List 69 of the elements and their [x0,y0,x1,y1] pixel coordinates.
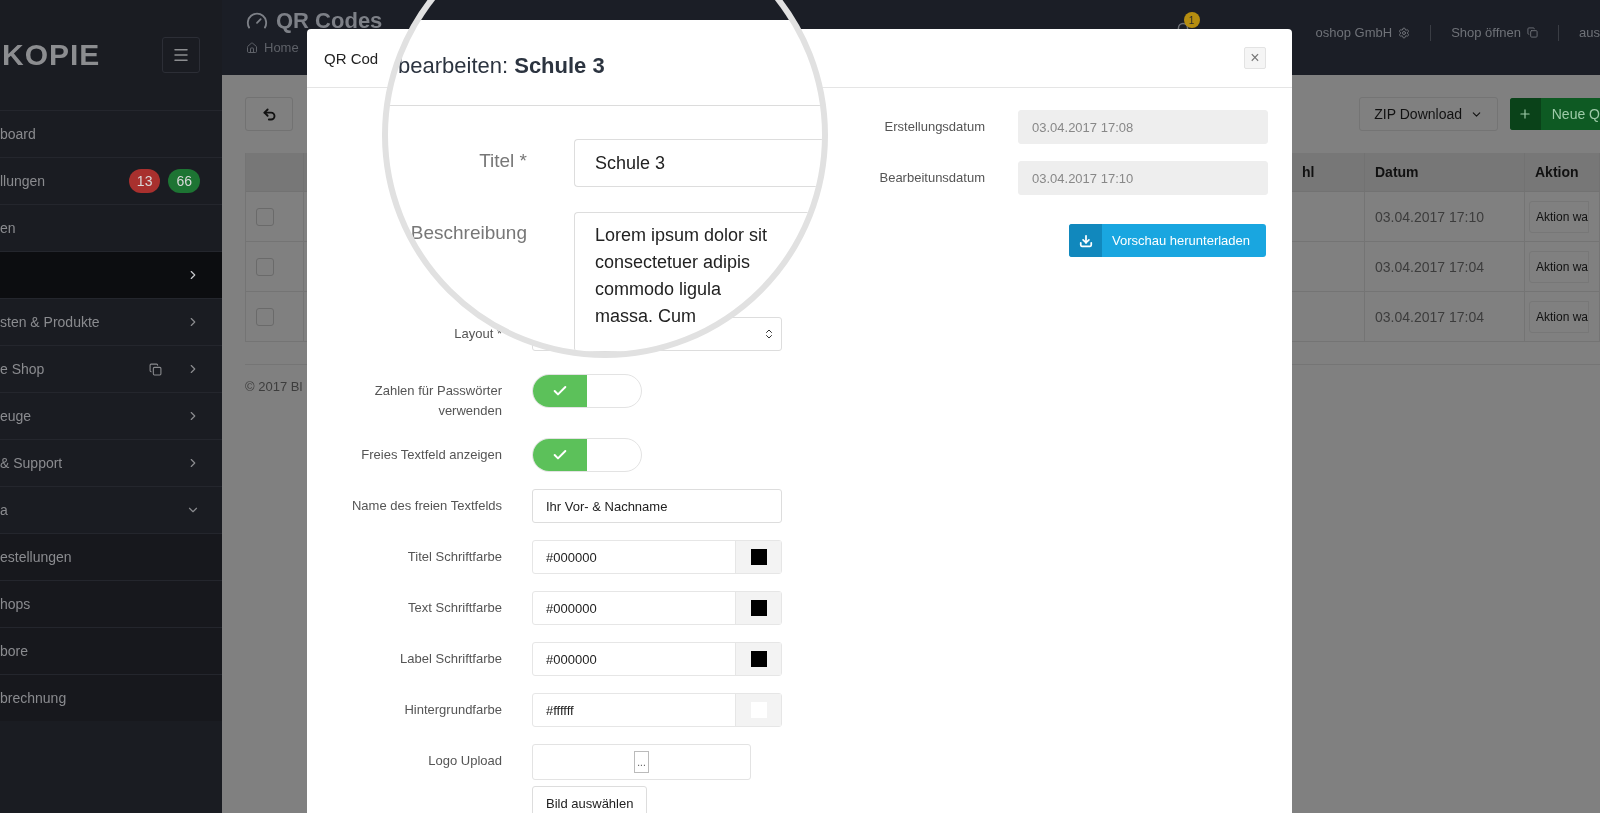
field-label: Logo Upload [427,752,502,770]
field-label: Erstellungsdatum [883,118,985,136]
back-button[interactable] [245,97,293,131]
column-header: Datum [1365,153,1525,192]
table-cell: 03.04.2017 17:04 [1365,242,1525,292]
menu-icon [172,46,190,64]
action-button[interactable]: Aktion wa [1529,250,1590,283]
sidebar-item[interactable]: hops [0,580,222,627]
date-field: 03.04.2017 17:08 [1018,110,1268,144]
toggle-switch[interactable] [532,374,642,408]
home-icon [246,41,258,54]
color-field[interactable]: #ffffff [532,693,782,727]
action-button[interactable]: Aktion wa [1529,200,1590,233]
field-label: Freies Textfeld anzeigen [360,446,502,464]
account-link[interactable]: oshop GmbH [1315,25,1393,40]
field-label: Titel * [478,149,527,172]
count-badge: 66 [168,169,200,193]
table-cell: 03.04.2017 17:04 [1365,292,1525,342]
sidebar-item[interactable]: estellungen [0,533,222,580]
field-label: Hintergrundfarbe [403,701,502,719]
column-header: hl [1292,153,1365,192]
notification-badge: 1 [1183,12,1200,28]
page-title: QR Codes [276,8,383,34]
field-label: Text Schriftfarbe [407,599,502,617]
close-button[interactable]: × [1244,47,1266,69]
breadcrumb-link[interactable]: Home [264,40,299,55]
column-header: Aktion [1525,153,1600,192]
field-label: Zahlen für Passwörter verwenden [373,382,502,420]
download-icon [1078,233,1093,248]
color-field[interactable]: #000000 [532,540,782,574]
sidebar-item[interactable]: bore [0,627,222,674]
external-window-icon [1527,27,1539,38]
color-swatch[interactable] [750,549,767,565]
select-arrows-icon [763,328,775,340]
magnified-title: bearbeiten: Schule 3 [398,52,606,80]
choose-image-button[interactable]: Bild auswählen [532,786,648,813]
file-field[interactable]: ... [532,744,751,780]
field-label: Bearbeitunsdatum [878,169,985,187]
zip-download-button[interactable]: ZIP Download [1359,97,1498,131]
field-label: Label Schriftfarbe [399,650,502,668]
color-field[interactable]: #000000 [532,591,782,625]
logo: KOPIE [2,38,101,72]
menu-button[interactable] [162,37,200,73]
title-field[interactable]: Schule 3 [574,139,822,187]
field-label: Name des freien Textfelds [350,497,502,515]
field-label: Titel Schriftfarbe [406,548,502,566]
action-button[interactable]: Aktion wa [1529,300,1590,333]
count-badge: 13 [128,169,161,193]
browse-button[interactable]: ... [634,751,649,773]
new-button[interactable]: Neue Q [1510,98,1600,130]
color-field[interactable]: #000000 [532,642,782,676]
table-cell: 03.04.2017 17:10 [1365,192,1525,242]
logout-link[interactable]: aus [1579,25,1600,40]
field-label: Beschreibung [409,221,527,244]
sidebar-item[interactable] [0,251,222,298]
sidebar-item[interactable]: brechnung [0,674,222,721]
shop-link[interactable]: Shop öffnen [1451,25,1522,40]
input-field[interactable]: Ihr Vor- & Nachname [532,489,782,523]
external-window-icon [149,362,162,376]
back-arrow-icon [261,106,277,122]
color-swatch[interactable] [750,600,767,616]
copyright-text: © 2017 Bl [245,379,303,394]
download-preview-button[interactable]: Vorschau herunterladen [1069,224,1266,257]
date-field: 03.04.2017 17:10 [1018,161,1268,195]
plus-icon [1518,107,1533,121]
color-swatch[interactable] [750,651,767,667]
modal-title: QR Cod [324,49,379,67]
settings-icon[interactable] [1398,26,1411,39]
toggle-switch[interactable] [532,438,642,472]
